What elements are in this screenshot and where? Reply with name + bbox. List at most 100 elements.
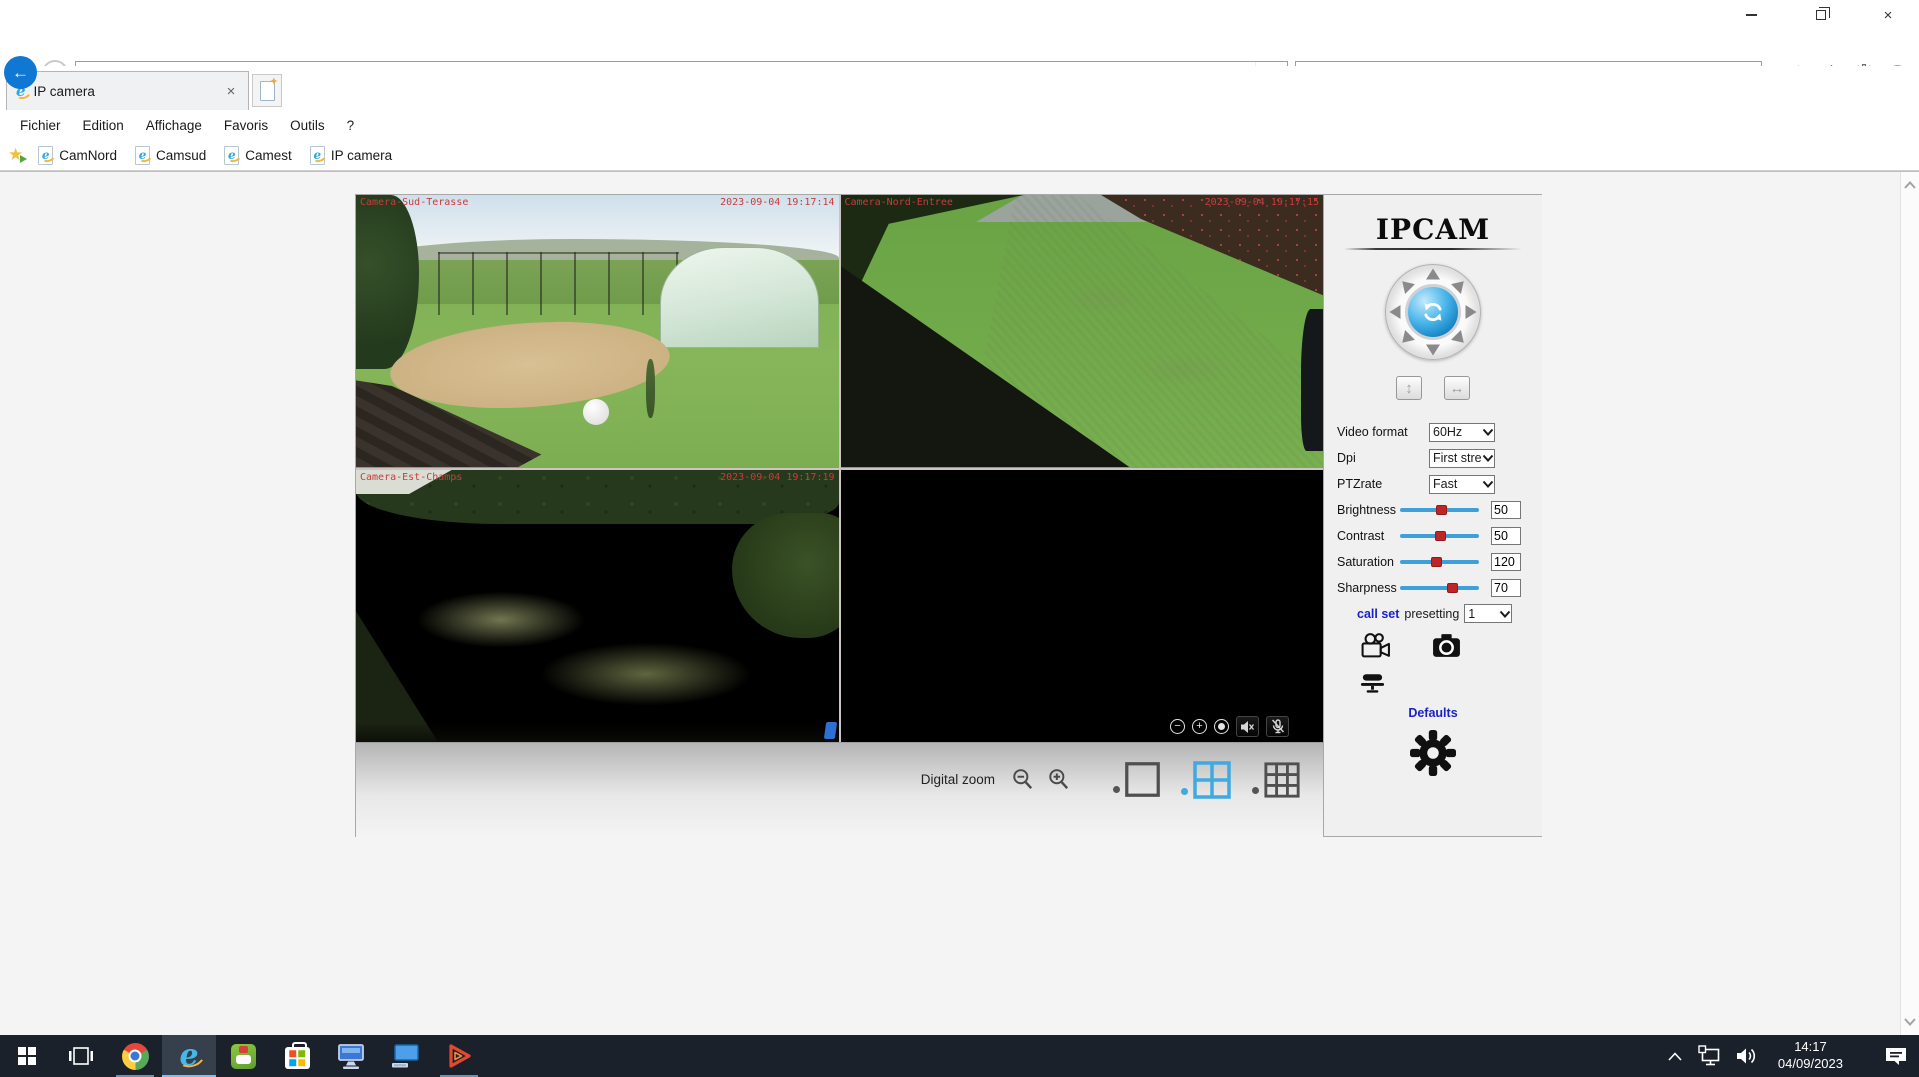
brightness-slider[interactable] bbox=[1400, 508, 1479, 512]
favorite-ip-camera[interactable]: eIP camera bbox=[303, 146, 399, 165]
ptz-down-arrow[interactable] bbox=[1426, 345, 1440, 356]
back-button[interactable]: ← bbox=[4, 56, 37, 89]
start-button[interactable] bbox=[0, 1035, 54, 1077]
notification-icon bbox=[1884, 1045, 1908, 1067]
scroll-down-icon[interactable] bbox=[1903, 1017, 1917, 1027]
video-format-select[interactable]: 60Hz bbox=[1429, 423, 1495, 442]
taskbar-red-app-button[interactable] bbox=[432, 1035, 486, 1077]
feed-audio-controls: − + bbox=[1170, 716, 1289, 737]
camera-feed-nord-entree[interactable]: Camera-Nord-Entree 2023-09-04 19:17:15 bbox=[841, 195, 1324, 468]
tray-overflow-button[interactable] bbox=[1662, 1035, 1688, 1077]
ptzrate-select[interactable]: Fast bbox=[1429, 475, 1495, 494]
contrast-value-input[interactable] bbox=[1491, 527, 1521, 545]
camera-feed-empty[interactable]: − + bbox=[841, 470, 1324, 743]
preset-select[interactable]: 1 bbox=[1464, 604, 1512, 623]
taskbar-chrome-button[interactable] bbox=[108, 1035, 162, 1077]
taskbar: e 14:17 04/09/2023 bbox=[0, 1035, 1919, 1077]
zoom-out-button[interactable] bbox=[1011, 768, 1035, 792]
close-icon: × bbox=[1884, 8, 1893, 23]
sharpness-slider[interactable] bbox=[1400, 586, 1479, 590]
computer-monitor-icon bbox=[336, 1043, 366, 1070]
microphone-muted-icon bbox=[1271, 719, 1285, 734]
restore-icon bbox=[1816, 10, 1826, 20]
taskbar-store-button[interactable] bbox=[270, 1035, 324, 1077]
ptz-up-arrow[interactable] bbox=[1426, 269, 1440, 280]
restore-button[interactable] bbox=[1798, 0, 1844, 30]
record-button[interactable] bbox=[1214, 719, 1229, 734]
video-toolbar: Digital zoom bbox=[356, 742, 1323, 838]
device-settings-button[interactable] bbox=[1410, 730, 1456, 776]
horizontal-patrol-button[interactable]: ↔ bbox=[1444, 376, 1470, 400]
preset-row: call set presetting 1 bbox=[1324, 604, 1542, 623]
ptz-down-left-arrow[interactable] bbox=[1397, 330, 1415, 348]
speaker-mute-button[interactable] bbox=[1236, 716, 1259, 737]
close-button[interactable]: × bbox=[1865, 0, 1911, 30]
page-scrollbar[interactable] bbox=[1900, 172, 1919, 1035]
taskbar-clock[interactable]: 14:17 04/09/2023 bbox=[1770, 1039, 1851, 1073]
brightness-value-input[interactable] bbox=[1491, 501, 1521, 519]
favorite-camsud[interactable]: eCamsud bbox=[128, 146, 213, 165]
slider-thumb[interactable] bbox=[1436, 505, 1447, 515]
taskbar-this-pc-button[interactable] bbox=[378, 1035, 432, 1077]
scroll-up-icon[interactable] bbox=[1903, 180, 1917, 190]
microphone-mute-button[interactable] bbox=[1266, 716, 1289, 737]
slider-thumb[interactable] bbox=[1435, 531, 1446, 541]
chevron-down-icon bbox=[1482, 453, 1494, 463]
logo-underline bbox=[1344, 248, 1523, 250]
layout-nine-icon bbox=[1263, 761, 1301, 799]
sharpness-value-input[interactable] bbox=[1491, 579, 1521, 597]
feed-scene bbox=[356, 195, 839, 468]
zoom-in-button[interactable] bbox=[1047, 768, 1071, 792]
favorite-camest[interactable]: eCamest bbox=[217, 146, 299, 165]
favorite-camnord[interactable]: eCamNord bbox=[31, 146, 124, 165]
ipcam-app: Camera-Sud-Terasse 2023-09-04 19:17:14 C… bbox=[355, 194, 1542, 837]
taskbar-remote-desktop-button[interactable] bbox=[324, 1035, 378, 1077]
menu-aide[interactable]: ? bbox=[336, 118, 366, 133]
menu-favoris[interactable]: Favoris bbox=[213, 118, 279, 133]
slider-thumb[interactable] bbox=[1431, 557, 1442, 567]
layout-quad-button[interactable] bbox=[1181, 760, 1232, 800]
vertical-patrol-button[interactable]: ↕ bbox=[1396, 376, 1422, 400]
layout-nine-button[interactable] bbox=[1252, 761, 1301, 799]
ptz-down-right-arrow[interactable] bbox=[1451, 330, 1469, 348]
ptzrate-label: PTZrate bbox=[1337, 477, 1429, 491]
task-view-button[interactable] bbox=[54, 1035, 108, 1077]
minimize-button[interactable] bbox=[1728, 0, 1774, 30]
tab-bar: e IP camera × ✦ bbox=[0, 66, 1919, 110]
volume-button[interactable] bbox=[1734, 1035, 1760, 1077]
ptz-up-right-arrow[interactable] bbox=[1451, 276, 1469, 294]
contrast-slider[interactable] bbox=[1400, 534, 1479, 538]
add-favorite-button[interactable]: ★ bbox=[8, 145, 23, 165]
taskbar-internet-explorer-button[interactable]: e bbox=[162, 1035, 216, 1077]
taskbar-bluestacks-button[interactable] bbox=[216, 1035, 270, 1077]
camera-feed-sud-terasse[interactable]: Camera-Sud-Terasse 2023-09-04 19:17:14 bbox=[356, 195, 839, 468]
saturation-slider[interactable] bbox=[1400, 560, 1479, 564]
volume-up-button[interactable]: + bbox=[1192, 719, 1207, 734]
network-button[interactable] bbox=[1698, 1035, 1724, 1077]
camera-feed-est-champs[interactable]: Camera-Est-Champs 2023-09-04 19:17:19 bbox=[356, 470, 839, 743]
menu-fichier[interactable]: Fichier bbox=[9, 118, 72, 133]
volume-down-button[interactable]: − bbox=[1170, 719, 1185, 734]
settings-rows: Video format 60Hz Dpi First strea PTZrat… bbox=[1324, 422, 1542, 598]
snapshot-button[interactable] bbox=[1431, 631, 1462, 659]
dpi-select[interactable]: First strea bbox=[1429, 449, 1495, 468]
action-center-button[interactable] bbox=[1883, 1035, 1909, 1077]
defaults-link[interactable]: Defaults bbox=[1408, 706, 1457, 720]
menu-affichage[interactable]: Affichage bbox=[135, 118, 213, 133]
layout-single-button[interactable] bbox=[1113, 761, 1161, 798]
menu-outils[interactable]: Outils bbox=[279, 118, 336, 133]
storage-button[interactable] bbox=[1359, 671, 1542, 694]
menu-edition[interactable]: Edition bbox=[72, 118, 135, 133]
new-tab-button[interactable]: ✦ bbox=[252, 74, 282, 107]
saturation-value-input[interactable] bbox=[1491, 553, 1521, 571]
tab-close-icon[interactable]: × bbox=[223, 83, 239, 100]
chevron-up-icon bbox=[1667, 1051, 1683, 1062]
record-video-button[interactable] bbox=[1360, 632, 1391, 659]
slider-thumb[interactable] bbox=[1447, 583, 1458, 593]
speaker-muted-icon bbox=[1240, 720, 1255, 734]
tab-ip-camera[interactable]: e IP camera × bbox=[6, 71, 249, 110]
ptz-right-arrow[interactable] bbox=[1466, 305, 1477, 319]
call-set-link[interactable]: call set bbox=[1357, 607, 1399, 621]
ptz-left-arrow[interactable] bbox=[1390, 305, 1401, 319]
ptz-center-button[interactable] bbox=[1405, 284, 1461, 340]
